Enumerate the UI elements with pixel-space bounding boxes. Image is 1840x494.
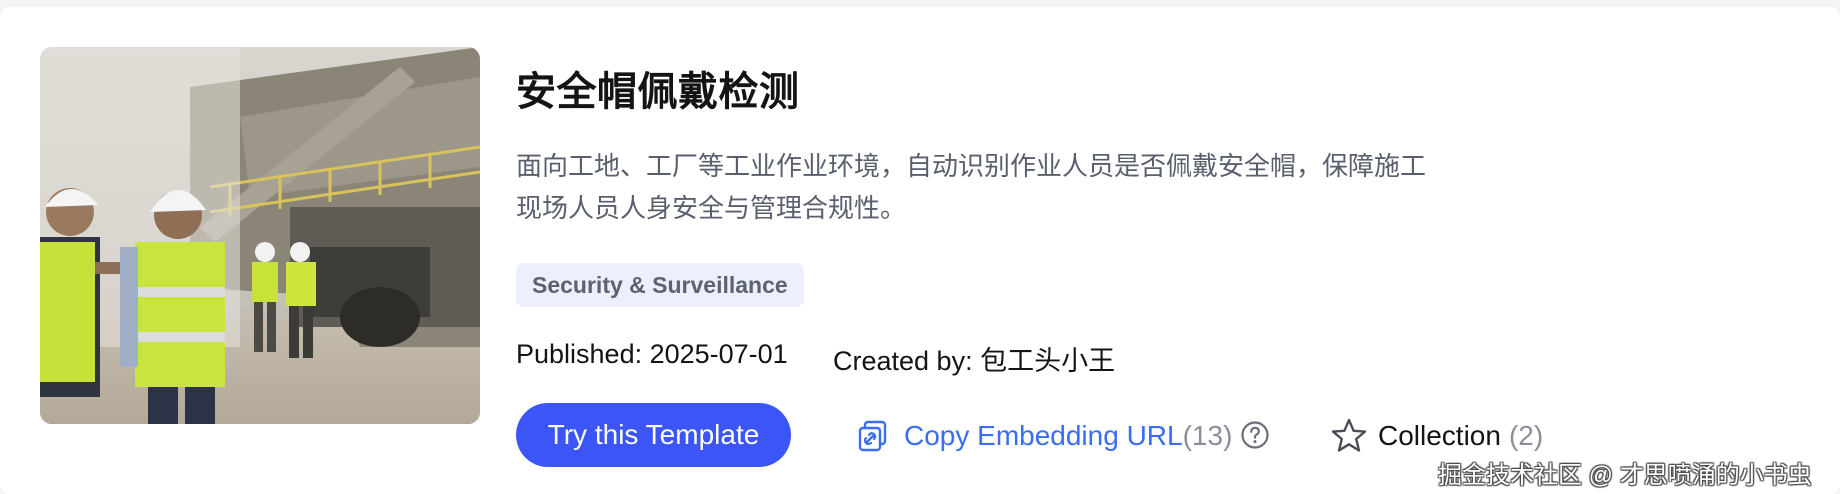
- construction-site-image: [40, 47, 480, 424]
- copy-embedding-url-button[interactable]: Copy Embedding URL (13): [856, 415, 1232, 457]
- collection-label: Collection: [1378, 420, 1501, 451]
- try-template-button[interactable]: Try this Template: [516, 403, 791, 467]
- creator-name: Created by: 包工头小王: [833, 346, 1116, 376]
- watermark-text: 掘金技术社区 @ 才思喷涌的小书虫: [1438, 462, 1812, 489]
- collection-button[interactable]: Collection (2): [1330, 415, 1543, 457]
- collection-count: (2): [1508, 420, 1544, 451]
- template-description: 面向工地、工厂等工业作业环境，自动识别作业人员是否佩戴安全帽，保障施工现场人员人…: [516, 151, 1427, 223]
- star-outline-icon: [1331, 418, 1367, 452]
- link-copy-icon: [858, 420, 887, 452]
- template-title: 安全帽佩戴检测: [516, 70, 800, 114]
- template-thumbnail[interactable]: [40, 47, 480, 424]
- copy-embedding-url-label: Copy Embedding URL: [904, 420, 1183, 451]
- published-date: Published: 2025-07-01: [516, 339, 788, 369]
- question-circle-icon[interactable]: [1240, 420, 1270, 450]
- copy-count: (13): [1182, 420, 1233, 451]
- category-tag[interactable]: Security & Surveillance: [516, 263, 804, 307]
- template-card: 安全帽佩戴检测 面向工地、工厂等工业作业环境，自动识别作业人员是否佩戴安全帽，保…: [0, 7, 1840, 494]
